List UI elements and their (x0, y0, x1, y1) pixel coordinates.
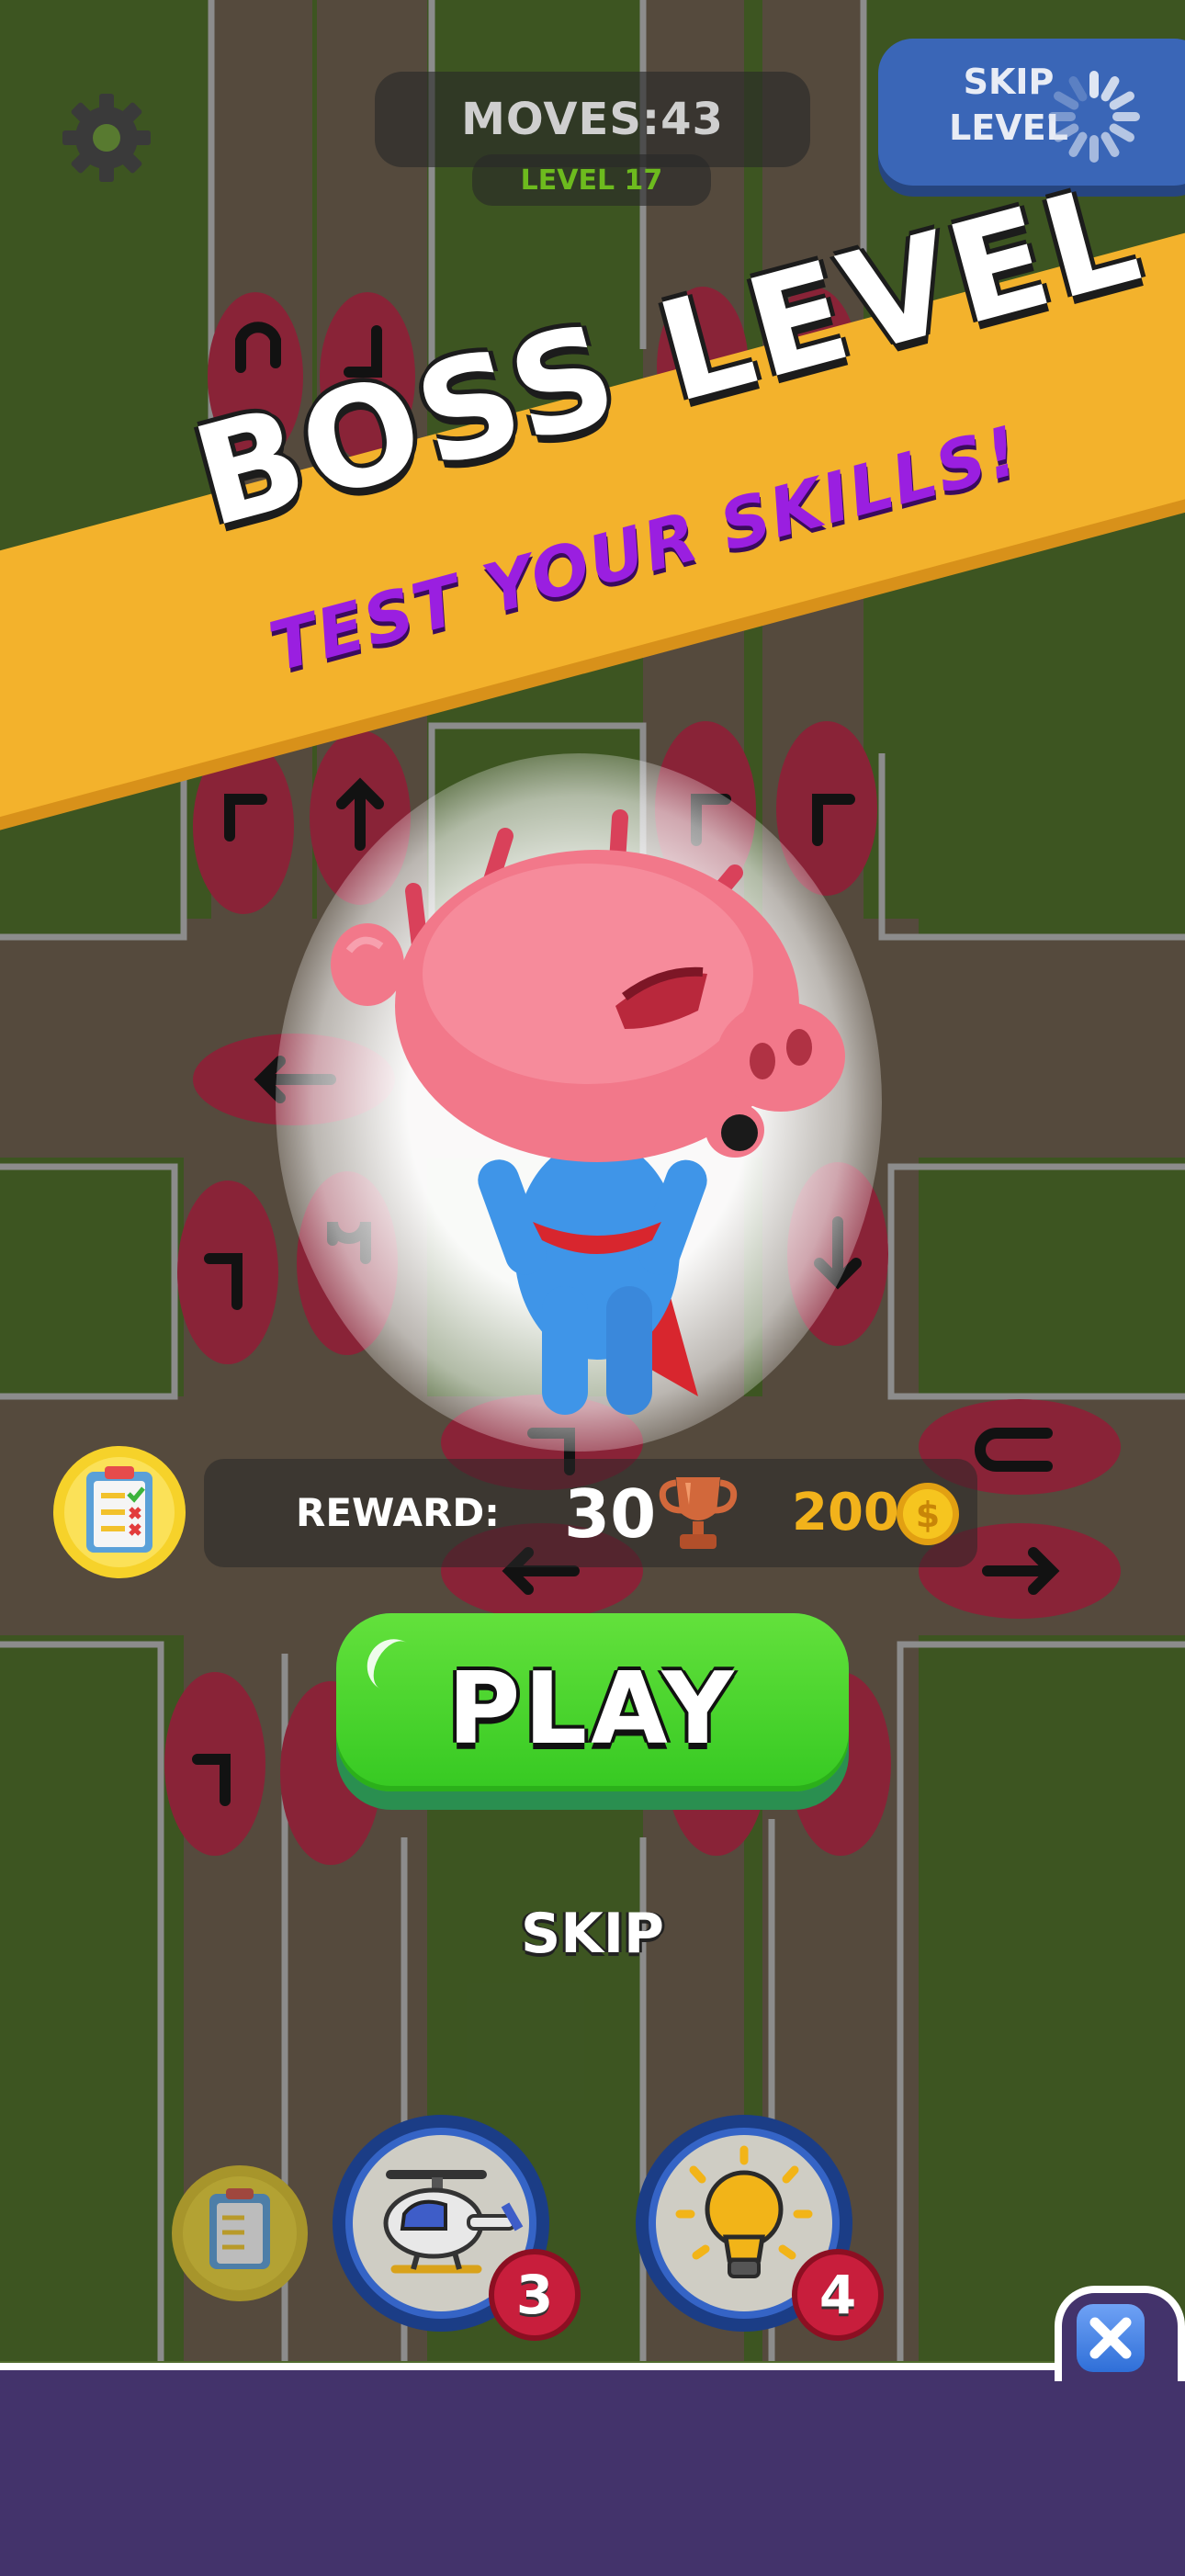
play-label: PLAY (447, 1652, 738, 1767)
skip-level-button[interactable]: SKIP LEVEL (878, 39, 1185, 186)
booster-helicopter[interactable]: 3 (331, 2113, 581, 2341)
reward-panel: REWARD: 30 200 $ (204, 1459, 977, 1567)
reward-coin-count: 200 (792, 1483, 899, 1542)
gear-icon (62, 94, 151, 182)
trophy-icon (659, 1477, 738, 1549)
skip-button[interactable]: SKIP (478, 1902, 707, 1966)
booster-clipboard[interactable] (171, 2164, 309, 2302)
reward-label: REWARD: (296, 1490, 500, 1535)
coin-icon: $ (897, 1483, 959, 1545)
spinner-icon (1048, 71, 1140, 163)
boss-pig-icon (331, 809, 845, 1415)
play-button[interactable]: PLAY (336, 1613, 849, 1810)
moves-counter: MOVES:43 (375, 72, 810, 167)
bottom-ad-area (0, 2363, 1185, 2576)
level-text: LEVEL 17 (520, 164, 663, 197)
booster-hint[interactable]: 4 (634, 2113, 884, 2341)
close-button[interactable] (1077, 2304, 1145, 2372)
hint-count-badge: 4 (792, 2249, 884, 2341)
settings-button[interactable] (61, 92, 152, 184)
helicopter-count-badge: 3 (489, 2249, 581, 2341)
moves-text: MOVES:43 (461, 94, 724, 145)
clipboard-icon[interactable] (51, 1444, 187, 1580)
close-icon (1089, 2317, 1132, 2359)
play-button-face: PLAY (336, 1613, 849, 1791)
level-indicator: LEVEL 17 (472, 154, 711, 206)
reward-trophy-count: 30 (564, 1475, 657, 1553)
svg-text:$: $ (916, 1495, 940, 1535)
